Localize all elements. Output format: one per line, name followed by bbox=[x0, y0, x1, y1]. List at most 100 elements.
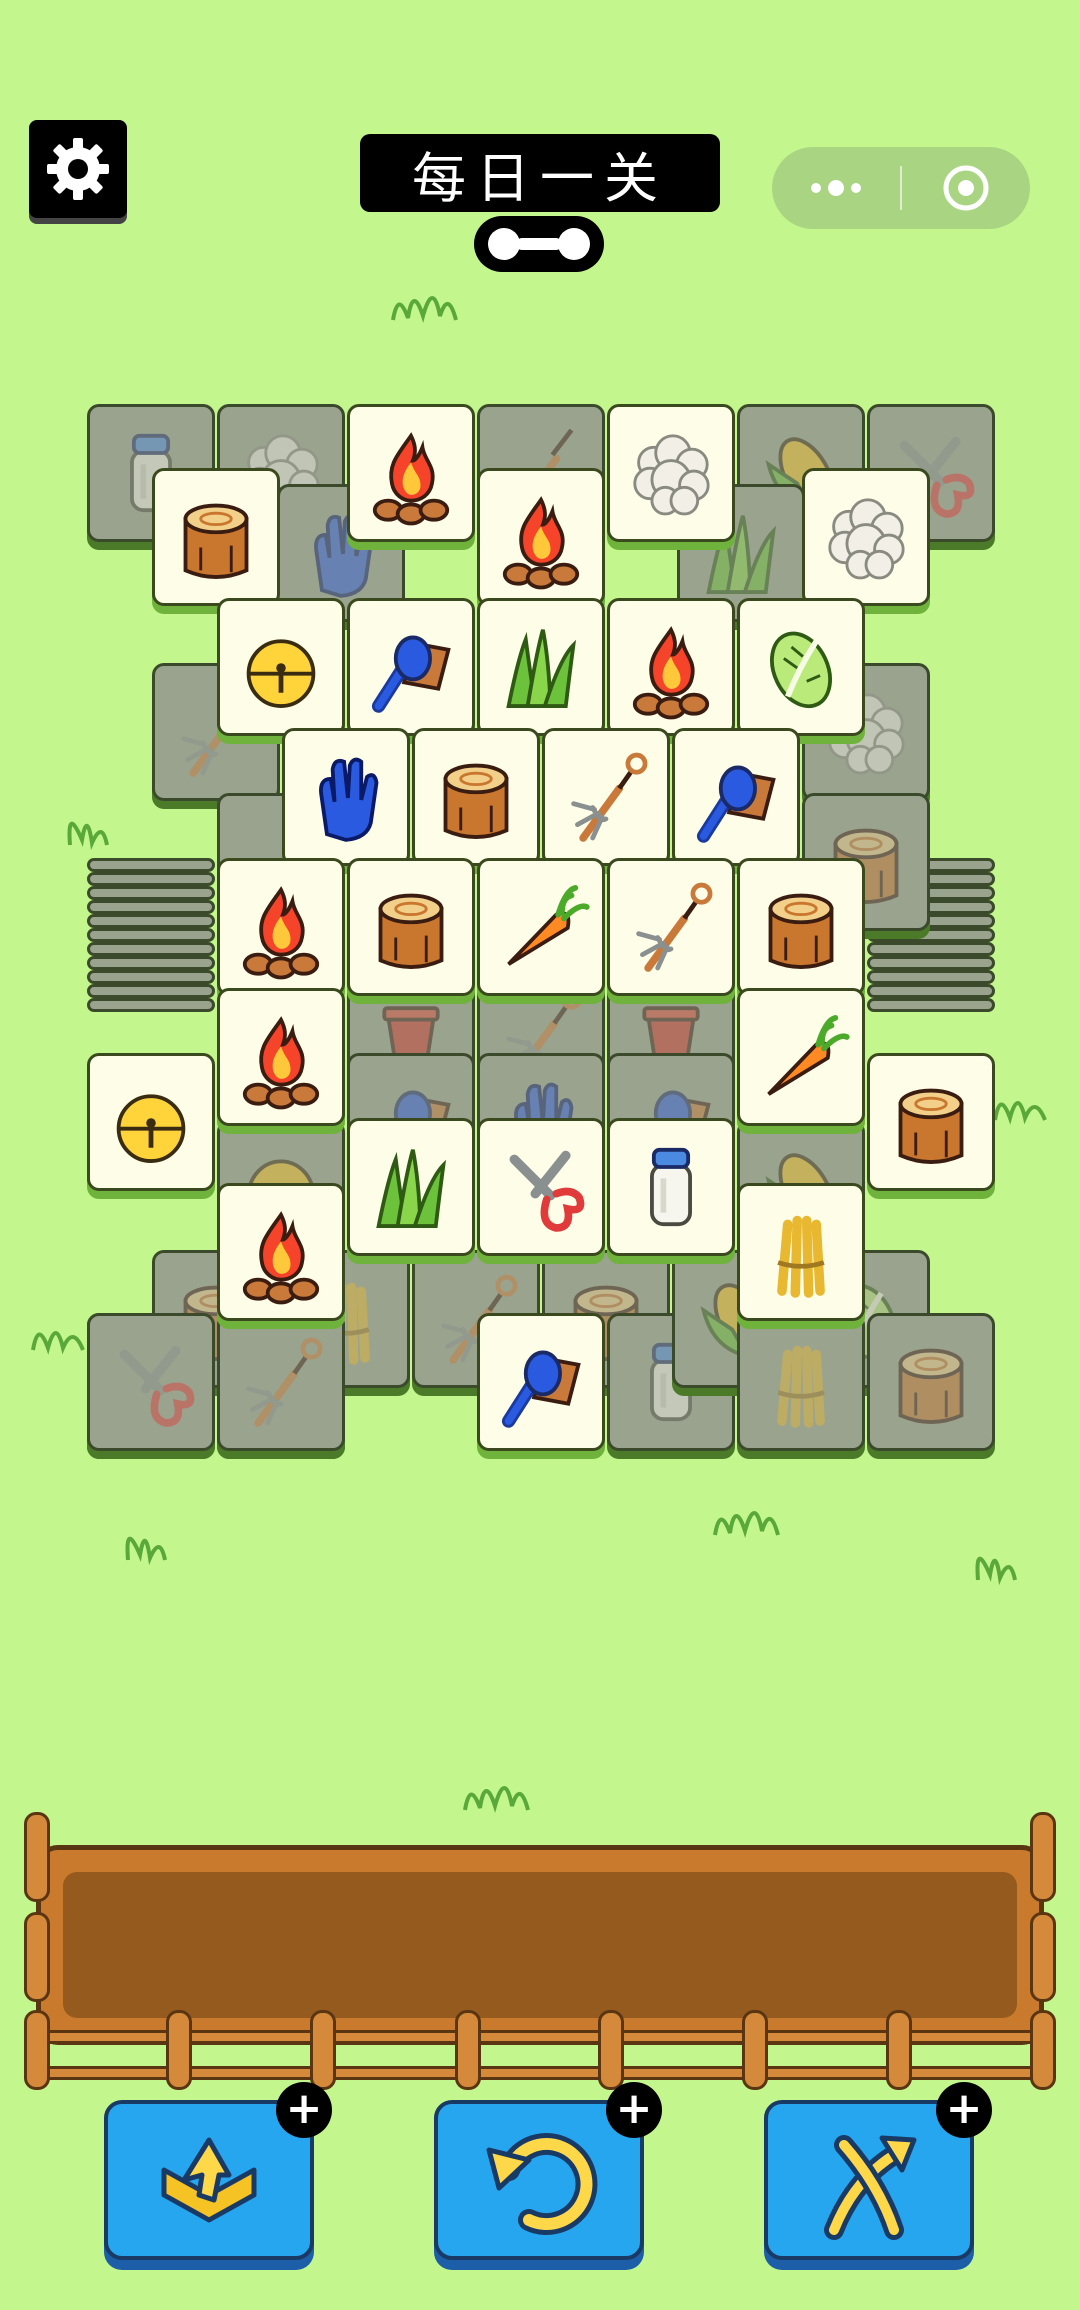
glove-icon bbox=[319, 757, 379, 842]
tile-stack-edge bbox=[867, 970, 995, 984]
add-badge[interactable]: + bbox=[276, 2082, 332, 2138]
close-miniprogram-button[interactable] bbox=[902, 147, 1030, 229]
tile-campfire[interactable] bbox=[217, 1183, 345, 1321]
tile-stack-edge bbox=[87, 998, 215, 1012]
fence-post bbox=[598, 2010, 624, 2090]
undo-tool-button[interactable]: + bbox=[434, 2082, 662, 2260]
fence-post bbox=[24, 1812, 50, 1902]
move-out-tool-button[interactable]: + bbox=[104, 2082, 332, 2260]
fence-post bbox=[24, 1912, 50, 2002]
stump-icon bbox=[898, 1088, 964, 1164]
progress-knob-right bbox=[558, 228, 590, 260]
tile-glove[interactable] bbox=[282, 728, 410, 866]
tile-stack-edge bbox=[87, 858, 215, 872]
pruning-shears-icon bbox=[509, 1150, 585, 1232]
tile-stack-edge bbox=[87, 928, 215, 942]
bell-icon bbox=[116, 1094, 186, 1163]
wool-icon bbox=[828, 498, 905, 580]
grass-decoration bbox=[993, 1101, 1047, 1125]
tile-campfire[interactable] bbox=[607, 598, 735, 736]
tile-stump[interactable] bbox=[737, 858, 865, 996]
grass-decoration bbox=[391, 296, 458, 323]
tile-stack-edge bbox=[87, 900, 215, 914]
tile-campfire[interactable] bbox=[477, 468, 605, 606]
stump-icon bbox=[443, 763, 509, 839]
fence-post bbox=[742, 2010, 768, 2090]
tile-brush[interactable] bbox=[477, 1313, 605, 1451]
brush-icon bbox=[501, 1350, 581, 1428]
fork-icon bbox=[571, 752, 648, 842]
tile-pruning-shears[interactable] bbox=[477, 1118, 605, 1256]
tile-stump[interactable] bbox=[347, 858, 475, 996]
tile-stack-edge bbox=[87, 970, 215, 984]
fence-post bbox=[24, 2010, 50, 2090]
tile-carrot[interactable] bbox=[737, 988, 865, 1126]
brush-icon bbox=[696, 765, 776, 843]
tile-stack-edge bbox=[867, 956, 995, 970]
tile-stump bbox=[867, 1313, 995, 1451]
tile-stack-edge bbox=[867, 942, 995, 956]
grass-decoration bbox=[125, 1536, 167, 1565]
tile-carrot[interactable] bbox=[477, 858, 605, 996]
tile-stump[interactable] bbox=[152, 468, 280, 606]
tile-stump[interactable] bbox=[867, 1053, 995, 1191]
tile-campfire[interactable] bbox=[347, 404, 475, 542]
tile-stack-edge bbox=[87, 942, 215, 956]
tile-wool[interactable] bbox=[802, 468, 930, 606]
tile-bell[interactable] bbox=[87, 1053, 215, 1191]
fork-icon bbox=[636, 882, 713, 972]
tile-cabbage[interactable] bbox=[737, 598, 865, 736]
campfire-icon bbox=[502, 496, 580, 590]
tile-campfire[interactable] bbox=[217, 858, 345, 996]
tile-campfire[interactable] bbox=[217, 988, 345, 1126]
tile-stump[interactable] bbox=[412, 728, 540, 866]
stump-icon bbox=[898, 1348, 964, 1424]
stump-icon bbox=[768, 893, 834, 969]
miniprogram-capsule bbox=[772, 147, 1030, 229]
brush-icon bbox=[371, 635, 451, 713]
wheat-icon bbox=[777, 1215, 825, 1298]
page-title: 每日一关 bbox=[360, 134, 720, 212]
tile-stack-edge bbox=[87, 886, 215, 900]
tile-brush[interactable] bbox=[347, 598, 475, 736]
stump-icon bbox=[378, 893, 444, 969]
more-dots-icon bbox=[811, 180, 861, 196]
tile-wool[interactable] bbox=[607, 404, 735, 542]
progress-bar bbox=[516, 238, 562, 250]
pruning-shears-icon bbox=[119, 1345, 195, 1427]
fence-post bbox=[310, 2010, 336, 2090]
grass-icon bbox=[506, 629, 577, 708]
settings-button[interactable] bbox=[29, 120, 127, 218]
tile-stack-edge bbox=[87, 984, 215, 998]
tile-milk-bottle[interactable] bbox=[607, 1118, 735, 1256]
tile-brush[interactable] bbox=[672, 728, 800, 866]
fence-post bbox=[1030, 1812, 1056, 1902]
tile-stack-edge bbox=[867, 984, 995, 998]
game-screen: 每日一关 + + + bbox=[0, 0, 1080, 2310]
target-circle-icon bbox=[943, 165, 989, 211]
tray-slots bbox=[63, 1872, 1017, 2018]
tile-fork bbox=[217, 1313, 345, 1451]
tile-stack-edge bbox=[87, 956, 215, 970]
tile-grass[interactable] bbox=[477, 598, 605, 736]
tile-fork[interactable] bbox=[542, 728, 670, 866]
shuffle-tool-button[interactable]: + bbox=[764, 2082, 992, 2260]
tile-stack-edge bbox=[87, 914, 215, 928]
tile-bell[interactable] bbox=[217, 598, 345, 736]
tile-fork[interactable] bbox=[607, 858, 735, 996]
bell-icon bbox=[246, 639, 316, 708]
more-menu-button[interactable] bbox=[772, 147, 900, 229]
campfire-icon bbox=[242, 1211, 320, 1305]
gear-icon bbox=[47, 138, 109, 200]
add-badge[interactable]: + bbox=[936, 2082, 992, 2138]
add-badge[interactable]: + bbox=[606, 2082, 662, 2138]
grass-icon bbox=[376, 1149, 447, 1228]
grass-decoration bbox=[975, 1556, 1017, 1585]
tile-wheat[interactable] bbox=[737, 1183, 865, 1321]
campfire-icon bbox=[632, 626, 710, 720]
fence-post bbox=[1030, 2010, 1056, 2090]
tile-wheat bbox=[737, 1313, 865, 1451]
tile-stack-edge bbox=[87, 872, 215, 886]
tile-grass[interactable] bbox=[347, 1118, 475, 1256]
level-progress-toggle[interactable] bbox=[474, 216, 604, 272]
